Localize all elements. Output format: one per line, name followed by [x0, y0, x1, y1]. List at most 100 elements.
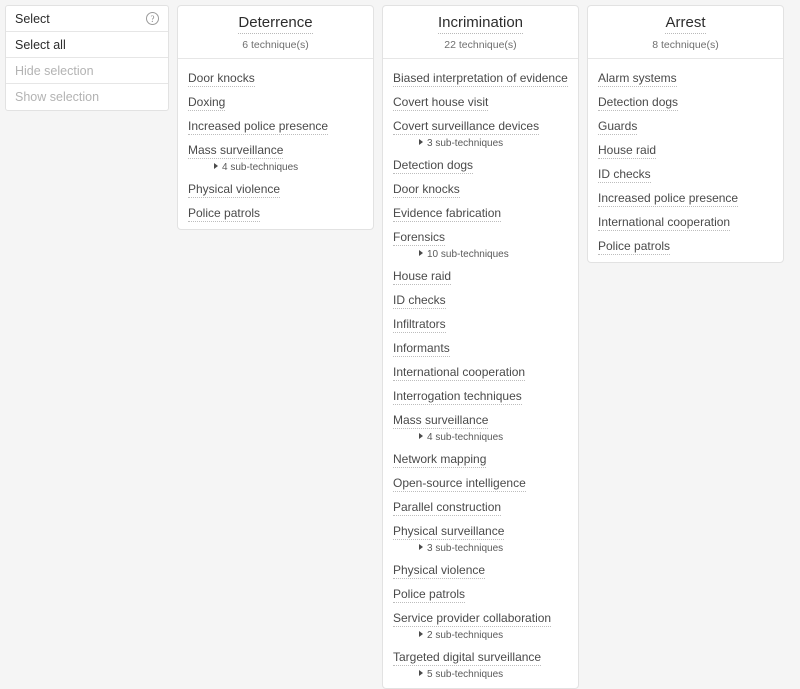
tactic-title[interactable]: Deterrence — [238, 14, 313, 34]
sub-technique-toggle[interactable]: 3 sub-techniques — [393, 543, 578, 555]
caret-right-icon — [419, 433, 423, 439]
show-selection-item[interactable]: Show selection — [6, 84, 168, 110]
technique-name[interactable]: Guards — [598, 119, 638, 135]
technique-item: Physical violence — [383, 556, 578, 580]
technique-name[interactable]: Informants — [393, 341, 450, 357]
technique-name[interactable]: International cooperation — [393, 365, 526, 381]
tactic-technique-count: 22 technique(s) — [444, 39, 517, 51]
technique-name[interactable]: Evidence fabrication — [393, 206, 502, 222]
technique-item: Door knocks — [178, 64, 373, 88]
technique-name[interactable]: Detection dogs — [393, 158, 474, 174]
technique-name[interactable]: Door knocks — [188, 71, 255, 87]
technique-name[interactable]: Mass surveillance — [393, 413, 489, 429]
technique-name[interactable]: Alarm systems — [598, 71, 677, 87]
technique-name[interactable]: Detection dogs — [598, 95, 679, 111]
technique-item: House raid — [588, 136, 783, 160]
technique-item: Door knocks — [383, 175, 578, 199]
technique-name[interactable]: Parallel construction — [393, 500, 502, 516]
tactic-column-arrest: Arrest 8 technique(s) Alarm systems Dete… — [587, 5, 784, 263]
sub-technique-count: 4 sub-techniques — [222, 162, 299, 173]
technique-name[interactable]: Service provider collaboration — [393, 611, 552, 627]
technique-item: Evidence fabrication — [383, 199, 578, 223]
technique-item: International cooperation — [588, 208, 783, 232]
matrix-page: Select ? Select all Hide selection Show … — [0, 0, 800, 689]
technique-item: International cooperation — [383, 358, 578, 382]
technique-name[interactable]: Covert house visit — [393, 95, 489, 111]
technique-name[interactable]: Physical surveillance — [393, 524, 505, 540]
technique-item: Police patrols — [588, 232, 783, 256]
technique-item: Increased police presence — [178, 112, 373, 136]
technique-item: Open-source intelligence — [383, 469, 578, 493]
technique-item: Mass surveillance 4 sub-techniques — [178, 136, 373, 174]
technique-name[interactable]: Increased police presence — [598, 191, 739, 207]
technique-name[interactable]: Police patrols — [393, 587, 466, 603]
select-all-item[interactable]: Select all — [6, 32, 168, 58]
technique-name[interactable]: International cooperation — [598, 215, 731, 231]
technique-name[interactable]: Infiltrators — [393, 317, 446, 333]
technique-list: Biased interpretation of evidence Covert… — [383, 59, 578, 688]
sub-technique-toggle[interactable]: 3 sub-techniques — [393, 138, 578, 150]
sub-technique-count: 10 sub-techniques — [427, 249, 509, 260]
tactic-header: Incrimination 22 technique(s) — [383, 6, 578, 59]
technique-item: Targeted digital surveillance 5 sub-tech… — [383, 643, 578, 681]
technique-item: Alarm systems — [588, 64, 783, 88]
technique-name[interactable]: Physical violence — [393, 563, 486, 579]
technique-name[interactable]: Physical violence — [188, 182, 281, 198]
sub-technique-toggle[interactable]: 4 sub-techniques — [393, 432, 578, 444]
technique-name[interactable]: Doxing — [188, 95, 226, 111]
tactic-columns: Deterrence 6 technique(s) Door knocks Do… — [177, 5, 795, 689]
technique-item: Parallel construction — [383, 493, 578, 517]
sub-technique-count: 5 sub-techniques — [427, 669, 504, 680]
hide-selection-label: Hide selection — [15, 63, 94, 78]
technique-name[interactable]: Open-source intelligence — [393, 476, 526, 492]
sub-technique-toggle[interactable]: 2 sub-techniques — [393, 630, 578, 642]
select-all-label: Select all — [15, 37, 66, 52]
tactic-technique-count: 8 technique(s) — [652, 39, 719, 51]
sub-technique-toggle[interactable]: 4 sub-techniques — [188, 162, 373, 174]
technique-name[interactable]: Police patrols — [598, 239, 671, 255]
technique-item: Interrogation techniques — [383, 382, 578, 406]
technique-item: Service provider collaboration 2 sub-tec… — [383, 604, 578, 642]
technique-name[interactable]: ID checks — [598, 167, 651, 183]
technique-name[interactable]: ID checks — [393, 293, 446, 309]
technique-item: ID checks — [588, 160, 783, 184]
technique-name[interactable]: Mass surveillance — [188, 143, 284, 159]
caret-right-icon — [419, 250, 423, 256]
technique-item: Network mapping — [383, 445, 578, 469]
technique-item: Physical surveillance 3 sub-techniques — [383, 517, 578, 555]
sub-technique-toggle[interactable]: 5 sub-techniques — [393, 669, 578, 681]
hide-selection-item[interactable]: Hide selection — [6, 58, 168, 84]
technique-item: Doxing — [178, 88, 373, 112]
show-selection-label: Show selection — [15, 90, 100, 104]
technique-item: Biased interpretation of evidence — [383, 64, 578, 88]
question-mark-circle-icon[interactable]: ? — [146, 12, 159, 25]
technique-name[interactable]: Door knocks — [393, 182, 460, 198]
sub-technique-count: 4 sub-techniques — [427, 432, 504, 443]
tactic-column-deterrence: Deterrence 6 technique(s) Door knocks Do… — [177, 5, 374, 230]
technique-name[interactable]: Increased police presence — [188, 119, 329, 135]
technique-name[interactable]: Covert surveillance devices — [393, 119, 540, 135]
caret-right-icon — [419, 544, 423, 550]
tactic-header: Deterrence 6 technique(s) — [178, 6, 373, 59]
caret-right-icon — [419, 670, 423, 676]
tactic-title[interactable]: Incrimination — [437, 14, 524, 34]
tactic-technique-count: 6 technique(s) — [242, 39, 309, 51]
technique-item: Informants — [383, 334, 578, 358]
technique-name[interactable]: Police patrols — [188, 206, 261, 222]
technique-name[interactable]: Targeted digital surveillance — [393, 650, 542, 666]
technique-name[interactable]: Biased interpretation of evidence — [393, 71, 568, 87]
technique-name[interactable]: House raid — [598, 143, 657, 159]
tactic-title[interactable]: Arrest — [665, 14, 706, 34]
sub-technique-toggle[interactable]: 10 sub-techniques — [393, 249, 578, 261]
select-panel-header: Select ? — [6, 6, 168, 32]
technique-name[interactable]: House raid — [393, 269, 452, 285]
technique-name[interactable]: Interrogation techniques — [393, 389, 522, 405]
technique-item: Infiltrators — [383, 310, 578, 334]
technique-item: Forensics 10 sub-techniques — [383, 223, 578, 261]
technique-name[interactable]: Network mapping — [393, 452, 487, 468]
technique-name[interactable]: Forensics — [393, 230, 446, 246]
sub-technique-count: 2 sub-techniques — [427, 630, 504, 641]
technique-item: Increased police presence — [588, 184, 783, 208]
technique-item: Detection dogs — [383, 151, 578, 175]
select-panel: Select ? Select all Hide selection Show … — [5, 5, 169, 111]
